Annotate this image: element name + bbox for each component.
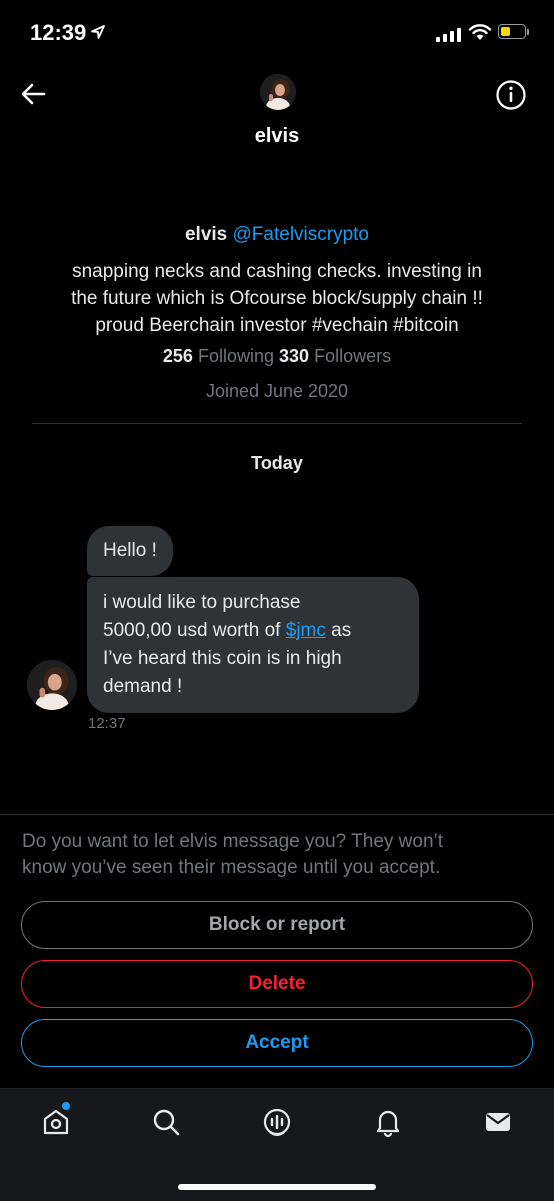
following-link[interactable]: 256 Following — [163, 346, 274, 366]
profile-bio: snapping necks and cashing checks. inves… — [30, 258, 524, 339]
search-icon[interactable] — [150, 1106, 182, 1138]
conversation-title: elvis — [254, 125, 300, 147]
back-arrow-icon[interactable] — [18, 80, 50, 108]
followers-count: 330 — [279, 346, 310, 366]
following-count: 256 — [162, 346, 193, 366]
message-bubble[interactable]: Hello ! — [87, 526, 173, 576]
message-line: I’ve heard this coin is in high — [103, 648, 342, 669]
sender-avatar[interactable] — [27, 660, 77, 710]
prompt-line: Do you want to let elvis message you? Th… — [22, 831, 444, 852]
notifications-icon[interactable] — [372, 1106, 404, 1138]
messages-icon[interactable] — [482, 1106, 514, 1138]
header-avatar[interactable] — [260, 74, 296, 110]
avatar-photo — [27, 660, 77, 710]
bio-line: the future which is Ofcourse block/suppl… — [71, 288, 483, 309]
cellular-signal-icon — [436, 26, 461, 42]
divider — [32, 423, 522, 424]
message-line: demand ! — [103, 676, 183, 697]
bio-line: snapping necks and cashing checks. inves… — [72, 261, 482, 282]
profile-identity[interactable]: elvis @Fatelviscrypto — [0, 224, 554, 246]
message-bubble[interactable]: i would like to purchase 5000,00 usd wor… — [87, 577, 419, 713]
battery-terminal — [527, 29, 529, 35]
message-text: Hello ! — [103, 540, 157, 561]
home-icon[interactable] — [40, 1106, 72, 1138]
following-label: Following — [197, 346, 274, 366]
bio-line: proud Beerchain investor #vechain #bitco… — [95, 315, 459, 336]
location-arrow-icon — [91, 25, 105, 39]
cashtag-link[interactable]: $jmc — [286, 620, 326, 641]
delete-button[interactable]: Delete — [21, 960, 533, 1008]
profile-stats: 256 Following 330 Followers — [0, 346, 554, 367]
wifi-icon — [468, 24, 492, 40]
avatar-photo — [260, 74, 296, 110]
divider — [0, 814, 554, 815]
message-timestamp: 12:37 — [88, 715, 126, 732]
joined-date: Joined June 2020 — [205, 381, 349, 401]
info-icon[interactable] — [495, 79, 527, 111]
day-separator: Today — [251, 453, 303, 473]
message-text: 5000,00 usd worth of — [103, 620, 286, 641]
followers-link[interactable]: 330 Followers — [279, 346, 391, 366]
message-line: 5000,00 usd worth of $jmc as — [103, 617, 403, 645]
prompt-line: know you’ve seen their message until you… — [22, 857, 441, 878]
spaces-icon[interactable] — [261, 1106, 293, 1138]
message-request-prompt: Do you want to let elvis message you? Th… — [22, 829, 532, 881]
message-line: i would like to purchase — [103, 592, 301, 613]
home-indicator — [178, 1184, 376, 1190]
block-or-report-button[interactable]: Block or report — [21, 901, 533, 949]
followers-label: Followers — [314, 346, 392, 366]
message-text: as — [325, 620, 352, 641]
accept-button[interactable]: Accept — [21, 1019, 533, 1067]
profile-name: elvis — [184, 224, 228, 245]
battery-icon — [498, 24, 526, 39]
profile-handle: @Fatelviscrypto — [232, 224, 370, 245]
status-time: 12:39 — [30, 20, 87, 45]
home-badge-dot — [62, 1102, 70, 1110]
